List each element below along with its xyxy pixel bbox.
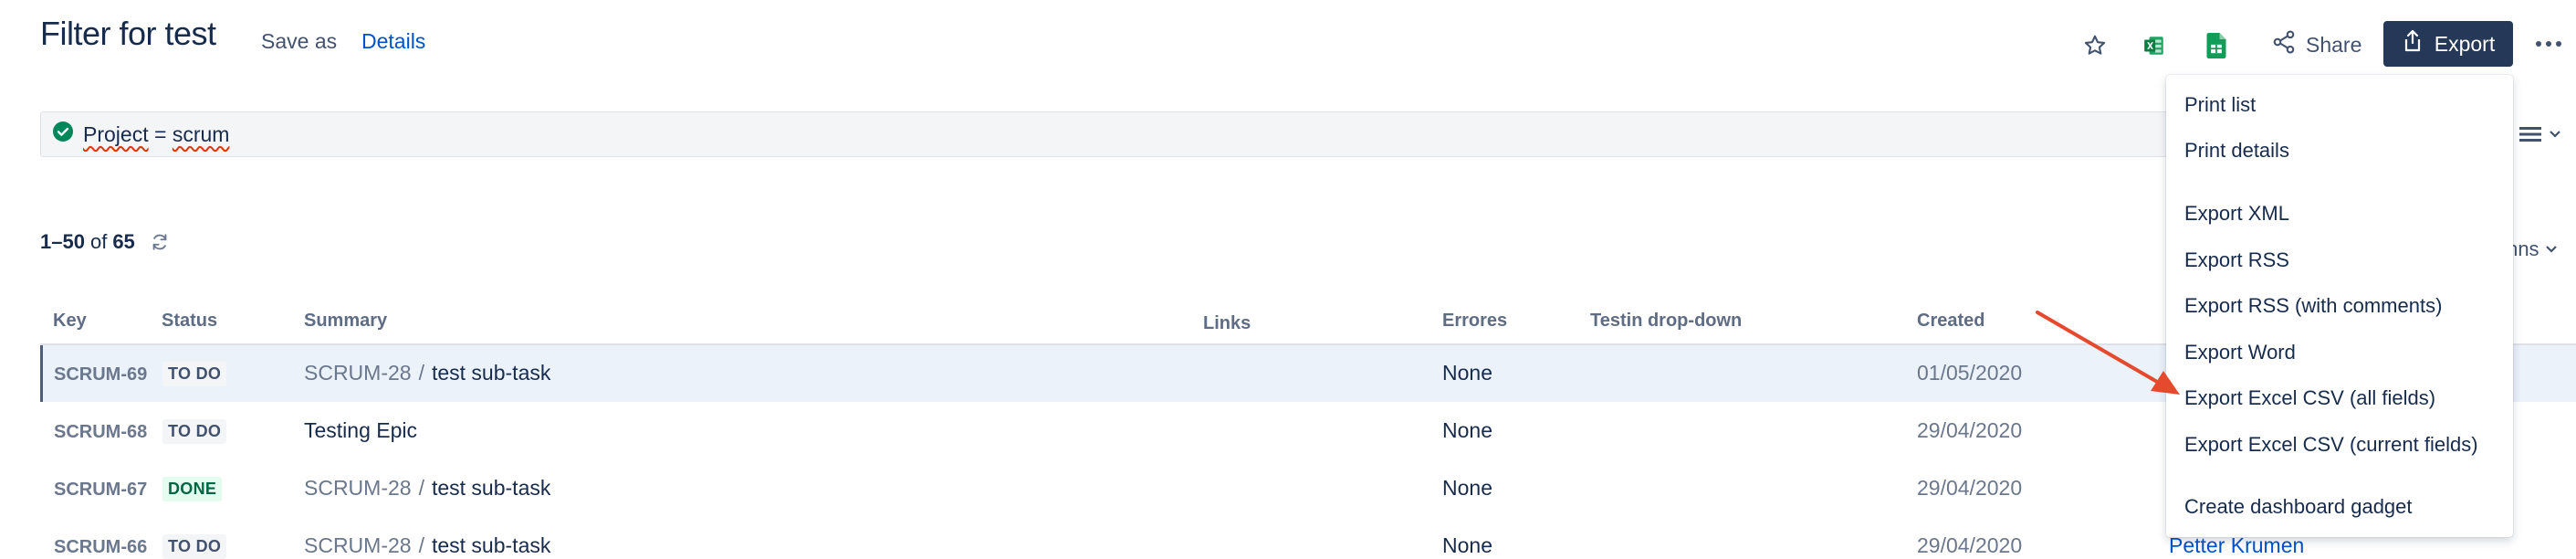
export-icon	[2402, 29, 2424, 58]
results-range: 1–50	[40, 230, 85, 253]
summary-link[interactable]: test sub-task	[432, 361, 550, 385]
jql-value: scrum	[172, 121, 230, 146]
errores-cell: None	[1442, 476, 1492, 500]
status-lozenge: TO DO	[162, 362, 227, 386]
parent-issue-link[interactable]: SCRUM-28	[304, 361, 412, 385]
issue-key[interactable]: SCRUM-67	[54, 480, 147, 501]
export-dropdown-menu: Print list Print details Export XML Expo…	[2166, 75, 2513, 537]
column-header-testin-drop-down[interactable]: Testin drop-down	[1590, 311, 1742, 332]
results-total: 65	[112, 230, 135, 253]
google-sheets-icon[interactable]	[2198, 27, 2235, 64]
menu-item-export-rss-with-comments[interactable]: Export RSS (with comments)	[2184, 294, 2442, 318]
menu-item-export-rss[interactable]: Export RSS	[2184, 248, 2289, 272]
created-cell: 01/05/2020	[1917, 361, 2023, 385]
summary-link[interactable]: Testing Epic	[304, 418, 417, 443]
created-cell: 29/04/2020	[1917, 476, 2023, 500]
results-count: 1–50 of 65	[40, 230, 170, 254]
star-icon[interactable]	[2077, 27, 2113, 64]
errores-cell: None	[1442, 418, 1492, 442]
share-icon	[2271, 29, 2297, 60]
column-header-links[interactable]: Links	[1203, 313, 1251, 334]
excel-icon[interactable]	[2136, 27, 2173, 64]
annotation-arrow	[2026, 301, 2191, 406]
errores-cell: None	[1442, 361, 1492, 385]
summary-cell: SCRUM-28/test sub-task	[304, 361, 551, 385]
check-circle-icon	[52, 121, 74, 148]
menu-item-export-xml[interactable]: Export XML	[2184, 202, 2289, 226]
menu-item-create-dashboard-gadget[interactable]: Create dashboard gadget	[2184, 495, 2413, 519]
menu-item-export-excel-csv-current-fields[interactable]: Export Excel CSV (current fields)	[2184, 433, 2478, 457]
page-title: Filter for test	[40, 15, 216, 52]
parent-issue-link[interactable]: SCRUM-28	[304, 533, 412, 557]
jql-text: Project = scrum	[83, 122, 229, 147]
results-of: of	[89, 230, 108, 253]
export-label: Export	[2434, 31, 2496, 56]
issue-key[interactable]: SCRUM-66	[54, 537, 147, 558]
summary-cell: SCRUM-28/test sub-task	[304, 533, 551, 557]
issue-key[interactable]: SCRUM-69	[54, 364, 147, 385]
menu-item-export-excel-csv-all-fields[interactable]: Export Excel CSV (all fields)	[2184, 386, 2435, 410]
column-header-created[interactable]: Created	[1917, 311, 1984, 332]
more-icon[interactable]	[2529, 26, 2569, 62]
column-header-summary[interactable]: Summary	[304, 311, 387, 332]
summary-link[interactable]: test sub-task	[432, 476, 550, 500]
export-button[interactable]: Export	[2383, 21, 2513, 67]
status-lozenge: TO DO	[162, 534, 227, 559]
summary-link[interactable]: test sub-task	[432, 533, 550, 557]
created-cell: 29/04/2020	[1917, 418, 2023, 442]
status-lozenge: DONE	[162, 477, 223, 501]
menu-item-export-word[interactable]: Export Word	[2184, 341, 2296, 364]
chevron-down-icon	[2545, 246, 2557, 253]
refresh-icon[interactable]	[150, 232, 170, 252]
jql-operator: =	[153, 121, 167, 146]
chevron-down-icon	[2550, 131, 2560, 138]
details-link[interactable]: Details	[361, 29, 425, 54]
column-header-key[interactable]: Key	[53, 311, 87, 332]
jql-query-bar[interactable]: Project = scrum	[40, 111, 2459, 157]
summary-cell: SCRUM-28/test sub-task	[304, 476, 551, 500]
jql-field: Project	[83, 121, 149, 146]
errores-cell: None	[1442, 533, 1492, 557]
list-view-icon[interactable]	[2519, 119, 2571, 150]
status-lozenge: TO DO	[162, 419, 227, 444]
share-button[interactable]: Share	[2264, 24, 2369, 66]
parent-issue-link[interactable]: SCRUM-28	[304, 476, 412, 500]
share-label: Share	[2306, 32, 2362, 57]
save-as-link[interactable]: Save as	[261, 29, 337, 54]
column-header-errores[interactable]: Errores	[1442, 311, 1507, 332]
menu-item-print-details[interactable]: Print details	[2184, 139, 2289, 163]
column-header-status[interactable]: Status	[162, 311, 217, 332]
created-cell: 29/04/2020	[1917, 533, 2023, 557]
issue-key[interactable]: SCRUM-68	[54, 422, 147, 443]
assignee-link[interactable]: Petter Krumen	[2169, 533, 2304, 558]
menu-item-print-list[interactable]: Print list	[2184, 93, 2256, 117]
